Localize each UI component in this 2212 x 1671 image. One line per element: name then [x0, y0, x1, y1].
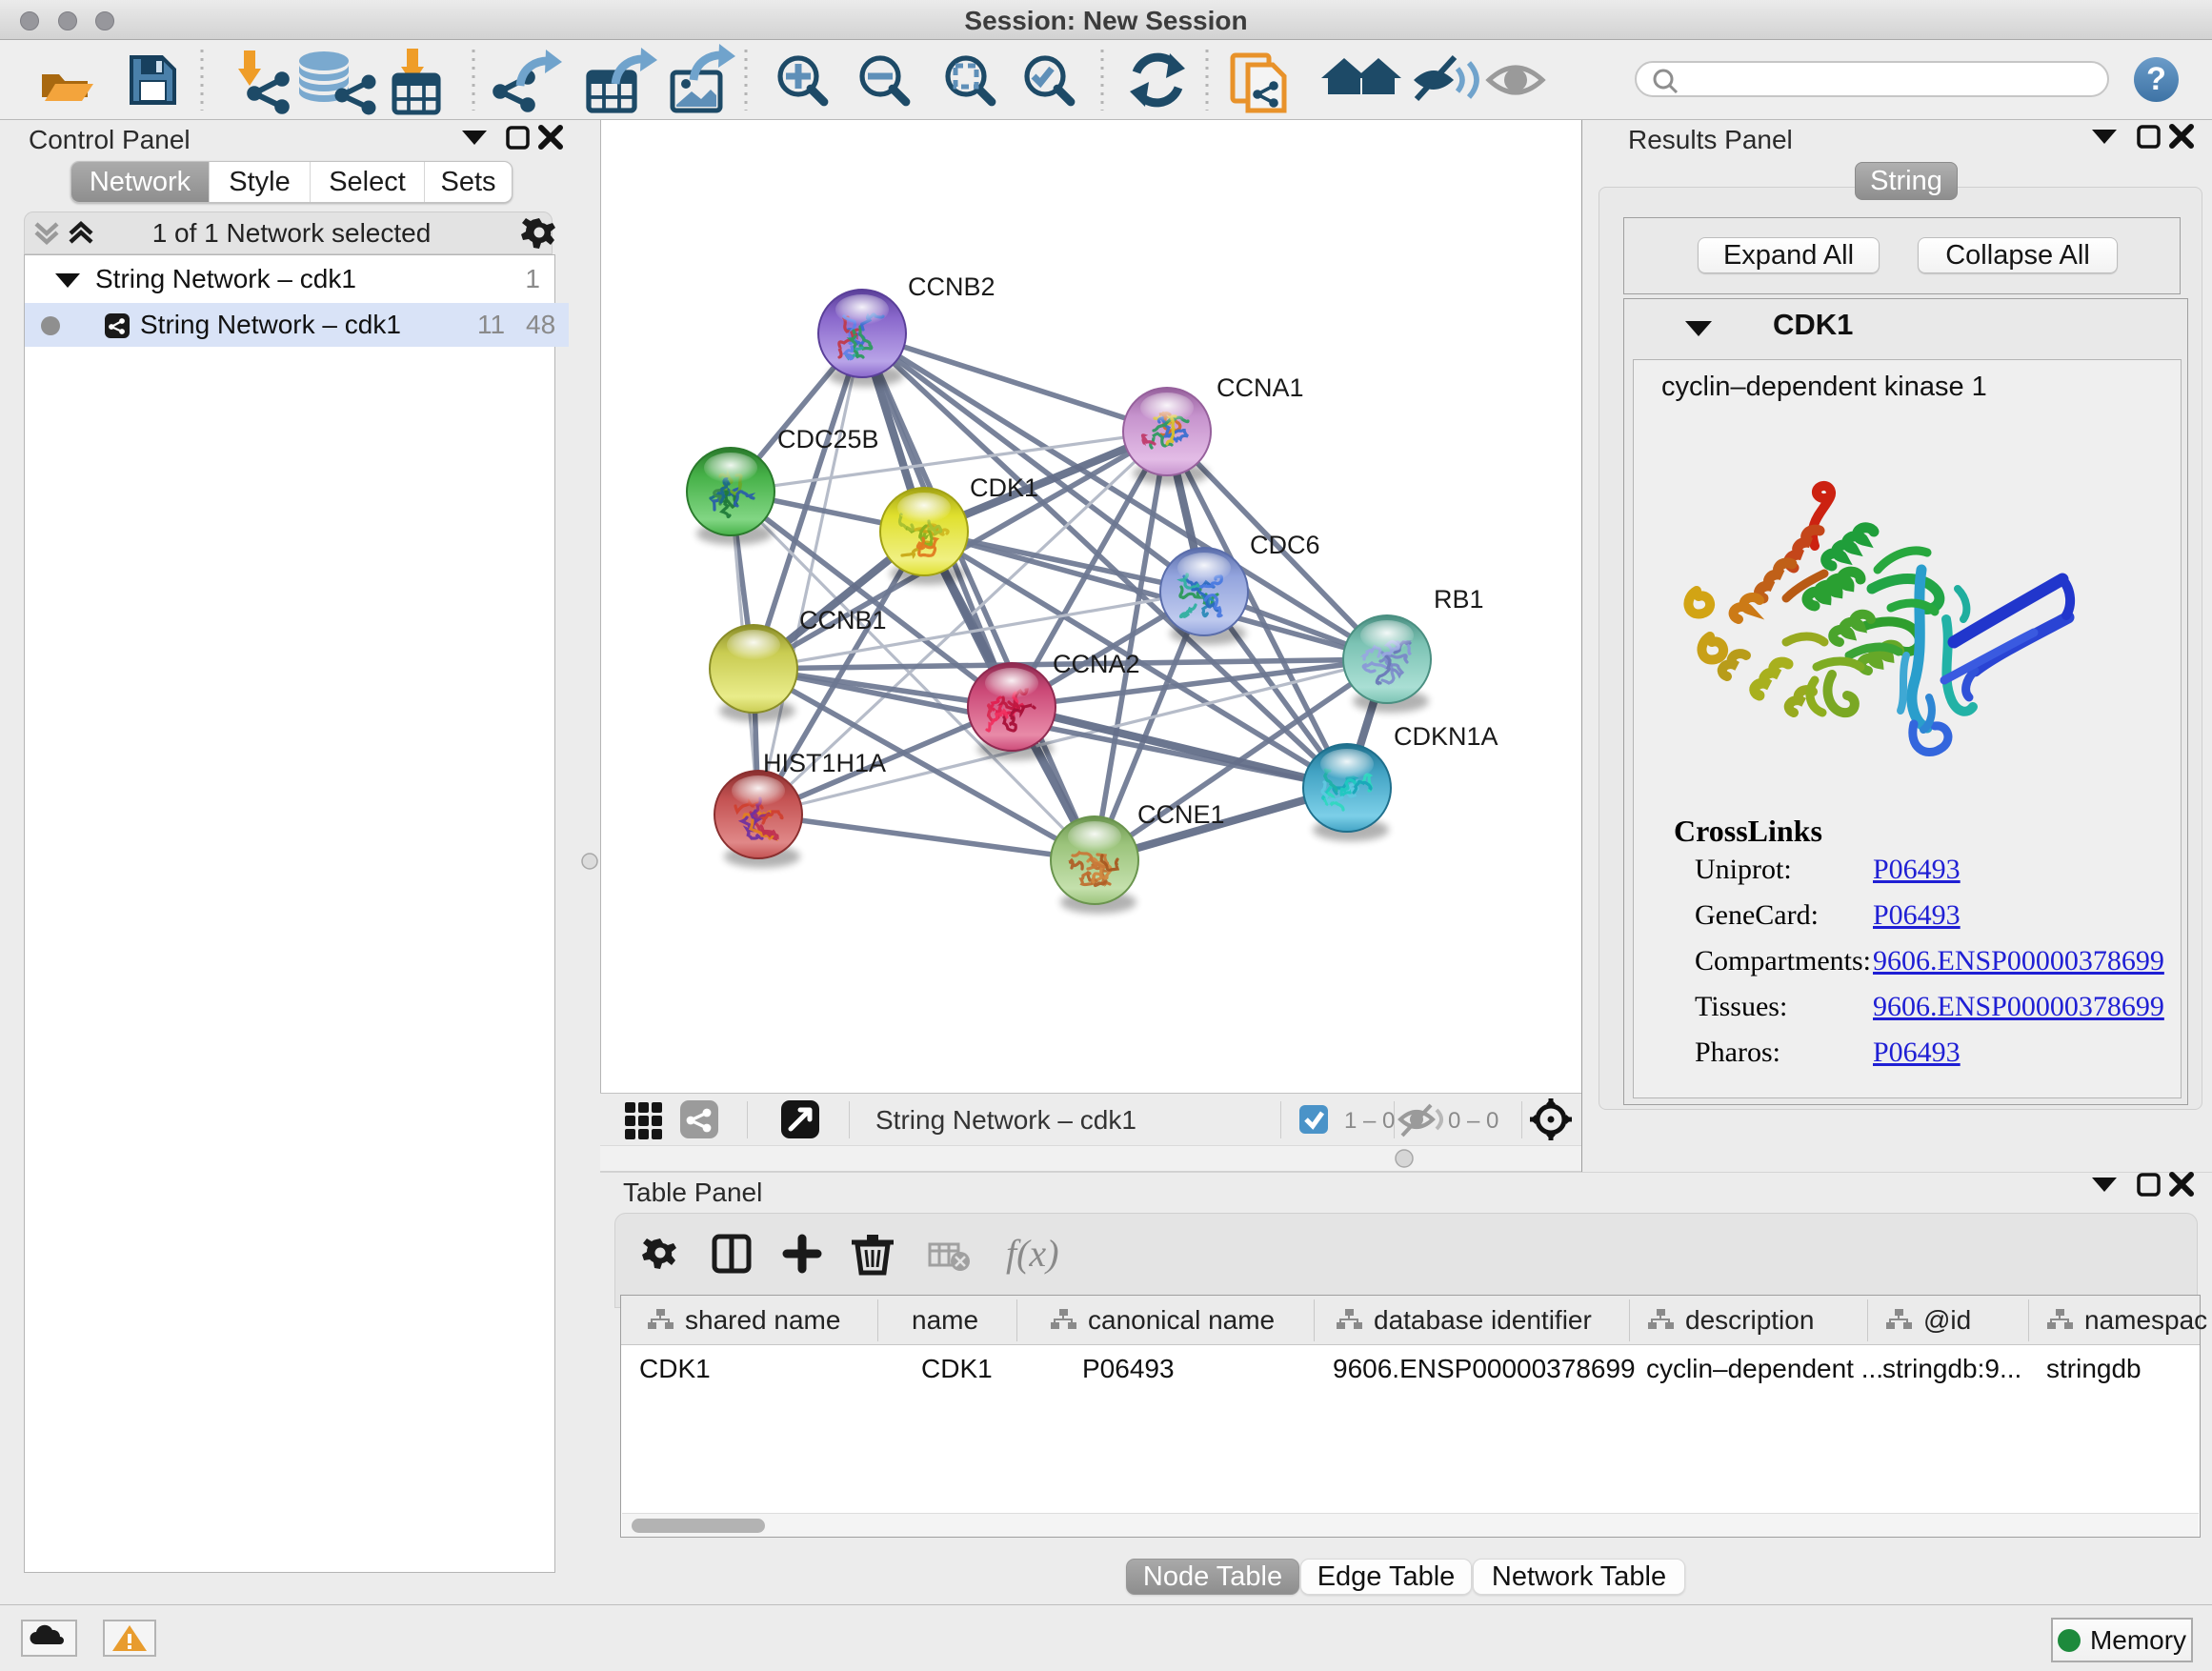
- svg-text:CCNB2: CCNB2: [908, 272, 995, 301]
- svg-text:HIST1H1A: HIST1H1A: [763, 749, 886, 777]
- svg-text:CDK1: CDK1: [970, 473, 1038, 502]
- svg-text:CDC6: CDC6: [1250, 531, 1320, 559]
- svg-text:CCNA2: CCNA2: [1053, 650, 1140, 678]
- svg-text:CCNE1: CCNE1: [1137, 800, 1225, 829]
- svg-text:CDC25B: CDC25B: [777, 425, 879, 453]
- svg-text:CCNB1: CCNB1: [799, 606, 887, 634]
- svg-text:f(x): f(x): [1006, 1232, 1059, 1275]
- svg-text:CDKN1A: CDKN1A: [1394, 722, 1498, 751]
- svg-text:CCNA1: CCNA1: [1217, 373, 1304, 402]
- svg-text:RB1: RB1: [1434, 585, 1484, 614]
